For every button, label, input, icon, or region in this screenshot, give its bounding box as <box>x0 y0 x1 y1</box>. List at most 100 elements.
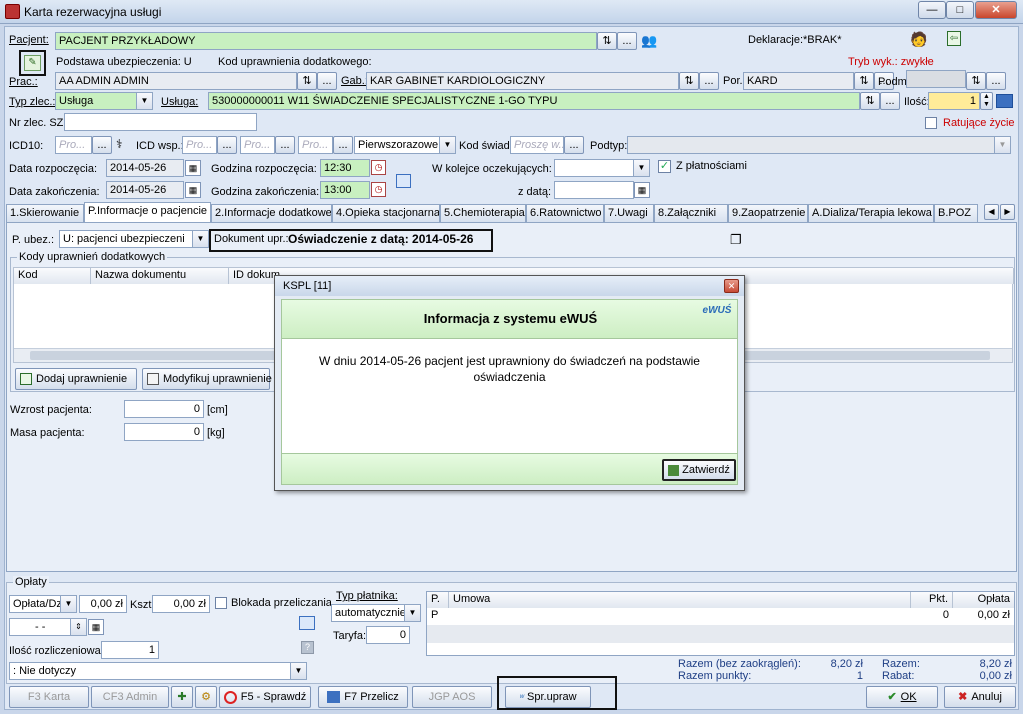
height-field[interactable]: 0 <box>124 400 204 418</box>
col-contract[interactable]: Umowa <box>449 592 911 608</box>
kod-swiad-more-button[interactable]: ... <box>564 136 584 154</box>
sz-field[interactable] <box>64 113 257 131</box>
tab-rescue[interactable]: 6.Ratownictwo <box>526 204 604 222</box>
gab-field[interactable]: KAR GABINET KARDIOLOGICZNY <box>366 72 679 90</box>
copy-icon[interactable]: ❐ <box>730 232 742 248</box>
qty-spinner[interactable]: ▲ ▼ <box>980 92 993 110</box>
jgp-aos-button[interactable]: JGP AOS <box>412 686 492 708</box>
queue-select[interactable]: ▼ <box>554 159 650 177</box>
cf3-admin-button[interactable]: CF3 Admin <box>91 686 169 708</box>
payer-type-select[interactable]: automatycznie ▼ <box>331 604 421 622</box>
weight-field[interactable]: 0 <box>124 423 204 441</box>
edit-patient-icon[interactable]: ✎ <box>24 55 41 71</box>
calendar-icon[interactable]: ▦ <box>88 619 104 635</box>
applies-select[interactable]: : Nie dotyczy ▼ <box>9 662 307 680</box>
por-field[interactable]: KARD <box>743 72 854 90</box>
service-search-button[interactable]: ⇅ <box>860 92 880 110</box>
tab-poz[interactable]: B.POZ <box>934 204 978 222</box>
tab-attachments[interactable]: 8.Załączniki <box>654 204 728 222</box>
ok-button[interactable]: ✔ OK <box>866 686 938 708</box>
calendar-icon[interactable]: ▦ <box>634 182 650 198</box>
icd-wsp-field-1[interactable]: Pro... <box>186 139 212 151</box>
rescue-checkbox[interactable] <box>925 117 937 129</box>
f5-check-button[interactable]: F5 - Sprawdź <box>219 686 311 708</box>
rank-select[interactable]: Pierwszorazowe ▼ <box>354 136 456 154</box>
confirm-button[interactable]: Zatwierdź <box>662 459 736 481</box>
add-person-icon[interactable]: ✚ <box>171 686 193 708</box>
tab-supply[interactable]: 9.Zaopatrzenie <box>728 204 808 222</box>
minimize-button[interactable]: — <box>918 1 946 19</box>
table-row[interactable]: P 0 0,00 zł <box>427 608 1014 624</box>
col-fee[interactable]: Opłata <box>953 592 1014 608</box>
col-points[interactable]: Pkt. <box>911 592 953 608</box>
grid-icon[interactable] <box>299 616 315 630</box>
tab-scroll-right[interactable]: ▶ <box>1000 204 1015 220</box>
tariff-field[interactable]: 0 <box>366 626 410 644</box>
check-entitlement-button[interactable]: ʷ Spr.upraw <box>505 686 591 708</box>
gab-search-button[interactable]: ⇅ <box>679 72 699 90</box>
type-select[interactable]: Usługa ▼ <box>55 92 153 110</box>
end-time-field[interactable]: 13:00 <box>320 181 370 199</box>
close-button[interactable]: ✕ <box>975 1 1017 19</box>
paid-checkbox[interactable]: ✓ <box>658 160 671 173</box>
icd10-more-button[interactable]: ... <box>92 136 112 154</box>
tab-dialysis[interactable]: A.Dializa/Terapia lekowa <box>808 204 934 222</box>
podm-field[interactable] <box>906 70 966 88</box>
tab-additional-info[interactable]: 2.Informacje dodatkowe <box>211 204 332 222</box>
settle-field[interactable]: 1 <box>101 641 159 659</box>
people-icon[interactable]: 👥 <box>641 33 657 49</box>
p-ubez-select[interactable]: U: pacjenci ubezpieczeni ▼ <box>59 230 209 248</box>
tab-notes[interactable]: 7.Uwagi <box>604 204 654 222</box>
grid-icon[interactable] <box>396 174 411 188</box>
calendar-icon[interactable]: ▦ <box>185 182 201 198</box>
with-date-field[interactable] <box>554 181 634 199</box>
icd-wsp-more-3[interactable]: ... <box>333 136 353 154</box>
icd-wsp-field-3[interactable]: Pro... <box>302 139 328 151</box>
patient-search-button[interactable]: ⇅ <box>597 32 617 50</box>
start-date-field[interactable]: 2014-05-26 <box>106 159 184 177</box>
prac-field[interactable]: AA ADMIN ADMIN <box>55 72 297 90</box>
prac-more-button[interactable]: ... <box>317 72 337 90</box>
podm-more-button[interactable]: ... <box>986 72 1006 90</box>
end-date-field[interactable]: 2014-05-26 <box>106 181 184 199</box>
podm-search-button[interactable]: ⇅ <box>966 72 986 90</box>
patient-more-button[interactable]: ... <box>617 32 637 50</box>
amount-field[interactable]: 0,00 zł <box>79 595 127 613</box>
gab-more-button[interactable]: ... <box>699 72 719 90</box>
tab-skierowanie[interactable]: 1.Skierowanie <box>6 204 84 222</box>
service-field[interactable]: 530000000011 W11 ŚWIADCZENIE SPECJALISTY… <box>208 92 860 110</box>
block-checkbox[interactable] <box>215 597 227 609</box>
tab-patient-info[interactable]: P.Informacje o pacjencie <box>84 202 211 222</box>
help-icon[interactable]: ? <box>301 641 314 654</box>
clock-icon[interactable]: ◷ <box>371 160 386 175</box>
prac-search-button[interactable]: ⇅ <box>297 72 317 90</box>
qty-field[interactable]: 1 <box>928 92 980 110</box>
por-search-button[interactable]: ⇅ <box>854 72 874 90</box>
kod-swiad-field[interactable]: Proszę w... <box>514 139 563 151</box>
icd-wsp-more-1[interactable]: ... <box>217 136 237 154</box>
dialog-close-button[interactable]: ✕ <box>724 279 739 293</box>
cancel-button[interactable]: ✖ Anuluj <box>944 686 1016 708</box>
col-kod[interactable]: Kod <box>14 268 91 284</box>
person-settings-icon[interactable]: ⚙ <box>195 686 217 708</box>
tab-scroll-left[interactable]: ◀ <box>984 204 999 220</box>
icd10-field[interactable]: Pro... <box>59 139 85 151</box>
maximize-button[interactable]: □ <box>946 1 974 19</box>
start-time-field[interactable]: 12:30 <box>320 159 370 177</box>
icd-wsp-more-2[interactable]: ... <box>275 136 295 154</box>
f7-recalc-button[interactable]: F7 Przelicz <box>318 686 408 708</box>
icd-wsp-field-2[interactable]: Pro... <box>244 139 270 151</box>
col-p[interactable]: P. <box>427 592 449 608</box>
calendar-icon[interactable]: ▦ <box>185 160 201 176</box>
tab-chemotherapy[interactable]: 5.Chemioterapia <box>440 204 526 222</box>
exit-icon[interactable]: ⇦ <box>947 31 961 46</box>
f3-card-button[interactable]: F3 Karta <box>9 686 89 708</box>
add-entitlement-button[interactable]: Dodaj uprawnienie <box>15 368 137 390</box>
service-more-button[interactable]: ... <box>880 92 900 110</box>
patient-field[interactable]: PACJENT PRZYKŁADOWY <box>55 32 597 50</box>
modify-entitlement-button[interactable]: Modyfikuj uprawnienie <box>142 368 272 390</box>
stethoscope-icon[interactable]: ⚕ <box>116 137 123 151</box>
user-edit-icon[interactable]: 🧑 <box>910 31 927 48</box>
tab-inpatient-care[interactable]: 4.Opieka stacjonarna <box>332 204 440 222</box>
payment-date-field[interactable]: - - ⇕ <box>9 618 87 636</box>
